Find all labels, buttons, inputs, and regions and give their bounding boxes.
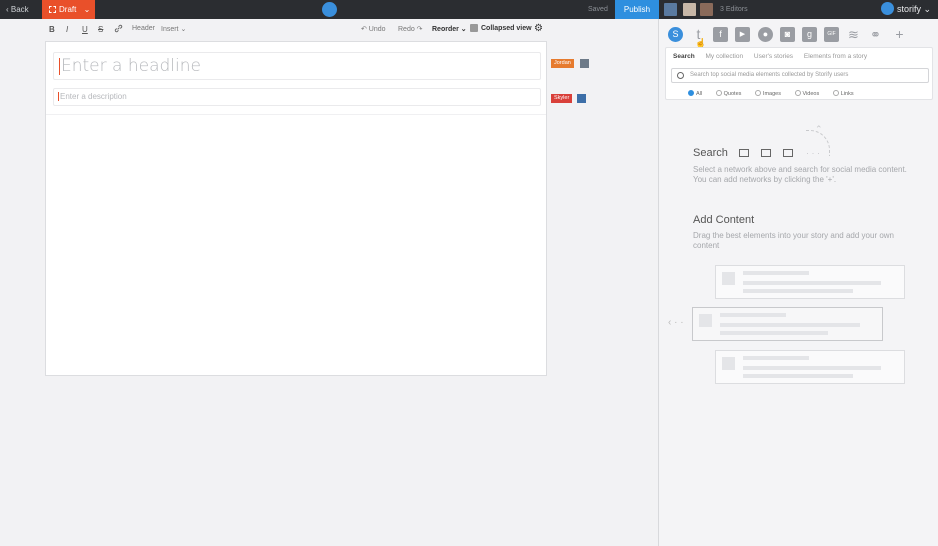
chevron-down-icon: ⌄	[923, 4, 932, 14]
rss-icon[interactable]: ≋	[846, 27, 861, 42]
headline-input[interactable]: Enter a headline	[53, 52, 541, 80]
insert-dropdown[interactable]: Insert ⌄	[161, 25, 186, 33]
tab-my-collection[interactable]: My collection	[706, 53, 744, 60]
search-box: Search My collection User's stories Elem…	[665, 47, 933, 100]
draft-button[interactable]: Draft ⌄	[42, 0, 95, 19]
account-menu[interactable]: storify ⌄	[881, 0, 931, 19]
avatar[interactable]	[683, 3, 696, 16]
undo-button[interactable]: ↶ Undo	[361, 25, 386, 33]
avatar	[580, 59, 589, 68]
avatar[interactable]	[664, 3, 677, 16]
text-caret	[59, 57, 60, 75]
placeholder-card	[715, 350, 905, 384]
facebook-icon[interactable]: f	[713, 27, 728, 42]
redo-button[interactable]: Redo ↷	[398, 25, 423, 33]
editors-count[interactable]: 3 Editors	[720, 0, 748, 19]
collaborator-tag-jordan: Jordan	[551, 59, 574, 68]
avatar[interactable]	[700, 3, 713, 16]
text-caret	[58, 92, 59, 102]
image-icon	[761, 149, 771, 157]
placeholder-card-dragged	[692, 307, 883, 341]
filter-quotes[interactable]: Quotes	[715, 90, 748, 97]
storify-icon	[881, 2, 894, 15]
search-helper-text: Select a network above and search for so…	[693, 165, 907, 184]
filter-all[interactable]: All	[688, 90, 708, 97]
bold-button[interactable]: B	[49, 25, 55, 34]
gear-icon[interactable]: ⚙	[534, 23, 543, 34]
headline-placeholder: Enter a headline	[61, 56, 201, 76]
header-button[interactable]: Header	[132, 25, 155, 32]
brand-label: storify	[897, 4, 922, 14]
google-plus-icon[interactable]: g	[802, 27, 817, 42]
divider	[46, 114, 546, 115]
draft-label: Draft	[59, 5, 77, 14]
search-input[interactable]: Search top social media elements collect…	[671, 68, 929, 83]
back-button[interactable]: ‹ Back	[6, 0, 29, 19]
search-filters: All Quotes Images Videos Links	[688, 90, 866, 97]
placeholder-card	[715, 265, 905, 299]
youtube-icon[interactable]: ▶	[735, 27, 750, 42]
link-icon[interactable]	[114, 24, 123, 35]
reorder-dropdown[interactable]: Reorder ⌄	[432, 25, 467, 33]
storify-icon[interactable]: S	[668, 27, 683, 42]
add-icon[interactable]: +	[892, 27, 907, 42]
tab-elements-from-story[interactable]: Elements from a story	[804, 53, 867, 60]
filter-links[interactable]: Links	[832, 90, 860, 97]
description-placeholder: Enter a description	[60, 92, 127, 101]
storify-logo-icon[interactable]	[322, 2, 337, 17]
search-tabs: Search My collection User's stories Elem…	[673, 53, 876, 60]
draft-icon	[49, 6, 56, 13]
collapsed-view-icon[interactable]	[470, 24, 478, 32]
quote-icon	[739, 149, 749, 157]
top-bar: ‹ Back Draft ⌄ Saved Publish 3 Editors s…	[0, 0, 938, 19]
saved-status: Saved	[588, 6, 608, 13]
search-placeholder: Search top social media elements collect…	[690, 72, 849, 78]
tab-search[interactable]: Search	[673, 53, 695, 60]
decorative-dots: · · ·	[806, 148, 820, 158]
story-editor: Enter a headline Enter a description	[45, 41, 547, 376]
add-content-text: Drag the best elements into your story a…	[693, 231, 894, 250]
search-helper-title: Search	[693, 147, 728, 159]
collaborator-tag-skyler: Skyler	[551, 94, 573, 103]
search-icon	[677, 72, 684, 79]
description-input[interactable]: Enter a description	[53, 88, 541, 106]
collapsed-view-button[interactable]: Collapsed view	[481, 25, 532, 32]
chevron-down-icon: ⌄	[83, 5, 91, 14]
gif-icon[interactable]: GIF	[824, 27, 839, 42]
italic-button[interactable]: I	[66, 25, 68, 34]
publish-button[interactable]: Publish	[615, 0, 659, 19]
filter-images[interactable]: Images	[754, 90, 787, 97]
link-icon[interactable]: ⚭	[868, 27, 883, 42]
avatar	[577, 94, 586, 103]
strikethrough-button[interactable]: S	[98, 25, 103, 34]
arrow-left-icon: ‹ · ·	[668, 317, 684, 328]
add-content-title: Add Content	[693, 214, 755, 226]
arrow-up-icon: ⌃	[815, 124, 823, 134]
flickr-icon[interactable]: ●	[758, 27, 773, 42]
tab-users-stories[interactable]: User's stories	[754, 53, 793, 60]
video-icon	[783, 149, 793, 157]
filter-videos[interactable]: Videos	[794, 90, 826, 97]
editor-toolbar: B I U S Header Insert ⌄ ↶ Undo Redo ↷ Re…	[45, 22, 547, 38]
underline-button[interactable]: U	[82, 25, 88, 34]
instagram-icon[interactable]: ◙	[780, 27, 795, 42]
